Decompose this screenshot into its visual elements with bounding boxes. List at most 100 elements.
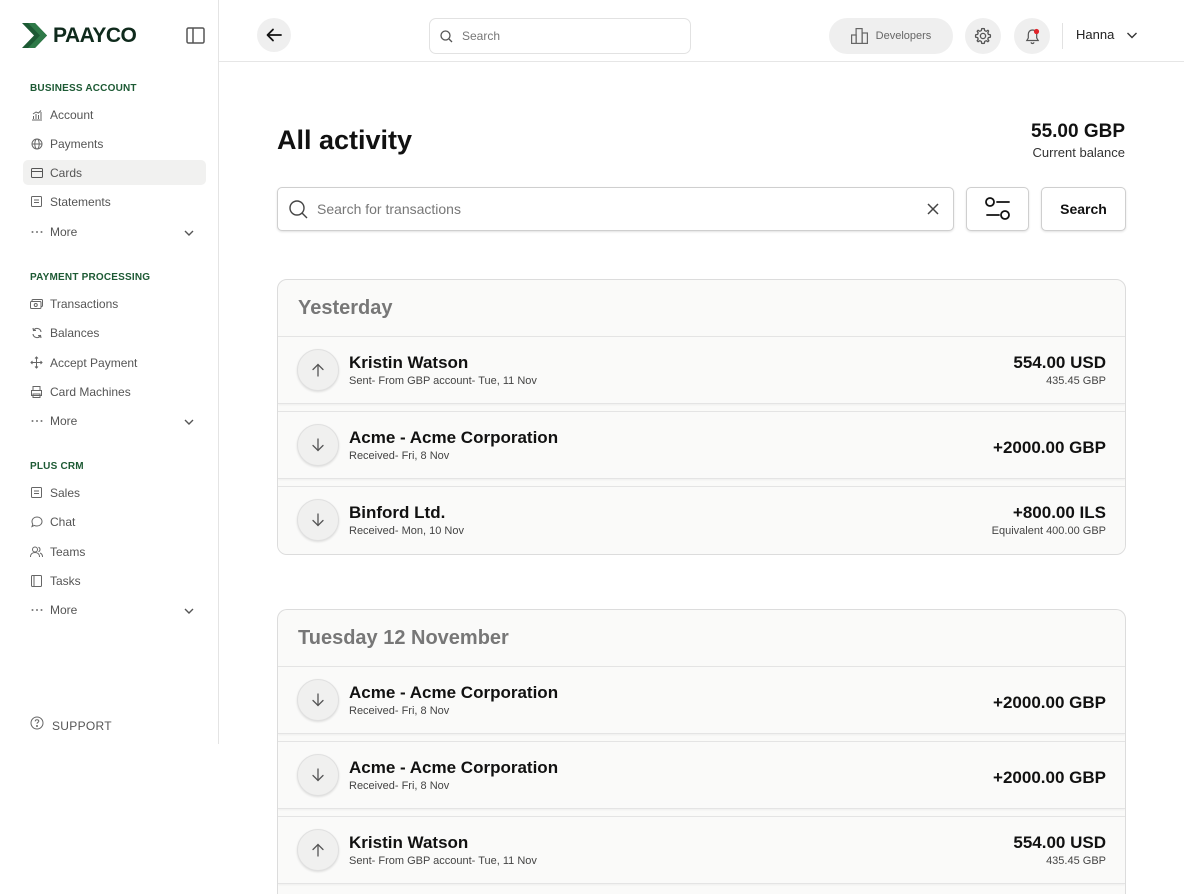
transaction-row[interactable]: Acme - Acme Corporation Received- Fri, 8… — [278, 666, 1125, 734]
page-title: All activity — [277, 125, 413, 155]
transaction-detail: Sent- From GBP account- Tue, 11 Nov — [349, 855, 537, 867]
sidebar-item-payments[interactable]: Payments — [23, 131, 206, 156]
arrow-up-icon — [297, 829, 339, 871]
arrow-down-icon — [297, 424, 339, 466]
bell-icon — [1025, 28, 1039, 44]
sidebar-item-transactions[interactable]: Transactions — [23, 291, 206, 316]
sidebar-item-label: Teams — [50, 544, 86, 559]
transaction-amount: +2000.00 GBP — [993, 438, 1106, 457]
sidebar-item-label: Chat — [50, 514, 76, 529]
transaction-name: Acme - Acme Corporation — [349, 683, 559, 702]
sidebar-item-label: Cards — [50, 165, 83, 180]
transaction-row[interactable]: Acme - Acme Corporation Received- Fri, 8… — [278, 411, 1125, 479]
transaction-name: Acme - Acme Corporation — [349, 428, 559, 447]
logo[interactable]: PAAYCO — [22, 23, 137, 48]
developers-button[interactable]: Developers — [829, 18, 953, 54]
notifications-button[interactable] — [1014, 18, 1050, 54]
sidebar-item-sales[interactable]: Sales — [23, 480, 206, 505]
transaction-amount: 554.00 USD — [1013, 833, 1106, 852]
topbar: Developers Hanna — [219, 0, 1184, 62]
transaction-detail: Received- Mon, 10 Nov — [349, 525, 464, 537]
balance-caption: Current balance — [1032, 145, 1126, 160]
document-icon — [30, 195, 43, 208]
chevron-down-icon — [183, 604, 195, 616]
transaction-row[interactable]: Kristin Watson Sent- From GBP account- T… — [278, 816, 1125, 884]
balance-amount: 55.00 GBP — [1031, 121, 1125, 142]
arrow-down-icon — [297, 499, 339, 541]
transaction-search-input[interactable] — [317, 201, 907, 217]
transaction-detail: Received- Fri, 8 Nov — [349, 450, 450, 462]
transaction-amount: +2000.00 GBP — [993, 768, 1106, 787]
chevron-down-icon — [1127, 32, 1138, 38]
sidebar-item-balances[interactable]: Balances — [23, 320, 206, 345]
buildings-icon — [850, 28, 868, 44]
sidebar: PAAYCO BUSINESS ACCOUNT Account Payments… — [0, 0, 219, 744]
sidebar-item-teams[interactable]: Teams — [23, 539, 206, 564]
printer-icon — [30, 385, 43, 398]
sidebar-item-more[interactable]: More — [23, 219, 206, 244]
transaction-secondary-amount: 435.45 GBP — [1046, 855, 1106, 867]
transaction-name: Kristin Watson — [349, 833, 469, 852]
sidebar-item-label: Transactions — [50, 296, 119, 311]
transaction-group: Yesterday Kristin Watson Sent- From GBP … — [277, 279, 1126, 555]
sidebar-item-cards[interactable]: Cards — [23, 160, 206, 185]
arrow-left-icon — [266, 28, 282, 42]
sidebar-item-more[interactable]: More — [23, 408, 206, 433]
global-search-input[interactable] — [462, 29, 662, 43]
sidebar-item-label: More — [50, 224, 78, 239]
global-search[interactable] — [429, 18, 691, 54]
section-title-plus-crm: PLUS CRM — [30, 461, 84, 472]
back-button[interactable] — [257, 18, 291, 52]
settings-button[interactable] — [965, 18, 1001, 54]
transaction-row[interactable]: Kristin Watson Sent- From GBP account- T… — [278, 336, 1125, 404]
card-icon — [30, 166, 43, 179]
transaction-secondary-amount: Equivalent 400.00 GBP — [991, 525, 1106, 537]
group-heading: Tuesday 12 November — [298, 626, 509, 649]
dots-icon — [30, 603, 43, 616]
sidebar-item-account[interactable]: Account — [23, 102, 206, 127]
transaction-row[interactable]: Acme - Acme Corporation Received- Fri, 8… — [278, 741, 1125, 809]
transaction-detail: Received- Fri, 8 Nov — [349, 780, 450, 792]
refresh-icon — [30, 326, 43, 339]
filter-button[interactable] — [966, 187, 1029, 231]
transaction-amount: 554.00 USD — [1013, 353, 1106, 372]
sidebar-item-tasks[interactable]: Tasks — [23, 568, 206, 593]
transaction-detail: Received- Fri, 8 Nov — [349, 705, 450, 717]
logo-icon — [22, 23, 47, 48]
sidebar-collapse-button[interactable] — [186, 27, 205, 44]
sidebar-item-label: Accept Payment — [50, 355, 138, 370]
logo-text: PAAYCO — [53, 23, 137, 47]
help-icon — [30, 716, 44, 735]
sidebar-item-accept-payment[interactable]: Accept Payment — [23, 350, 206, 375]
arrow-down-icon — [297, 754, 339, 796]
arrow-down-icon — [297, 679, 339, 721]
support-link[interactable]: SUPPORT — [30, 716, 112, 735]
sidebar-item-card-machines[interactable]: Card Machines — [23, 379, 206, 404]
filter-icon — [984, 197, 1010, 220]
transaction-row[interactable]: Binford Ltd. Received- Mon, 10 Nov +800.… — [278, 486, 1125, 554]
users-icon — [30, 545, 43, 558]
user-menu[interactable]: Hanna — [1076, 27, 1138, 42]
transaction-amount: +2000.00 GBP — [993, 693, 1106, 712]
dots-icon — [30, 414, 43, 427]
transaction-amount: +800.00 ILS — [1012, 503, 1106, 522]
sidebar-item-label: More — [50, 413, 78, 428]
sidebar-item-more[interactable]: More — [23, 597, 206, 622]
cash-icon — [30, 297, 43, 310]
support-label: SUPPORT — [52, 718, 112, 733]
arrow-up-icon — [297, 349, 339, 391]
sidebar-item-label: Tasks — [50, 573, 81, 588]
group-heading: Yesterday — [298, 296, 393, 319]
topbar-divider — [1062, 23, 1063, 49]
sidebar-item-label: Payments — [50, 136, 104, 151]
search-button[interactable]: Search — [1041, 187, 1126, 231]
sidebar-item-chat[interactable]: Chat — [23, 509, 206, 534]
transaction-name: Kristin Watson — [349, 353, 469, 372]
globe-icon — [30, 137, 43, 150]
transaction-search[interactable] — [277, 187, 954, 231]
chevron-down-icon — [183, 415, 195, 427]
clear-search-button[interactable] — [926, 202, 940, 216]
transaction-name: Binford Ltd. — [349, 503, 446, 522]
sidebar-item-statements[interactable]: Statements — [23, 189, 206, 214]
close-icon — [927, 203, 939, 215]
